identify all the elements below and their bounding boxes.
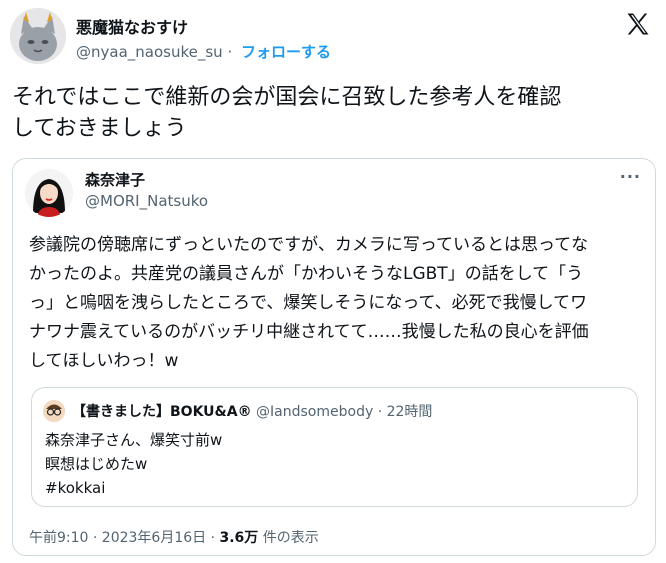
inner-author-handle[interactable]: @Iandsomebody (256, 404, 373, 420)
inner-quoted-tweet[interactable]: 【書きました】BOKU&A® @Iandsomebody · 22時間 森奈津子… (31, 387, 638, 507)
inner-text: 森奈津子さん、爆笑寸前w 瞑想はじめたw #kokkai (45, 428, 625, 500)
inner-text-line: 瞑想はじめたw (45, 455, 148, 473)
glasses-avatar-icon (43, 400, 65, 422)
inner-header: 【書きました】BOKU&A® @Iandsomebody · 22時間 (72, 401, 432, 421)
views-label: 件の表示 (262, 530, 319, 546)
quoted-text-line: ナワナ震えているのがバッチリ中継されてて……我慢した私の良心を評価 (29, 322, 589, 342)
quoted-author-avatar[interactable] (25, 169, 73, 217)
tweet-header: 悪魔猫なおすけ @nyaa_naosuke_su · フォローする (10, 8, 656, 64)
tweet-text-line: しておきましょう (12, 116, 187, 141)
inner-time[interactable]: · 22時間 (378, 404, 433, 420)
inner-author-name[interactable]: 【書きました】BOKU&A® (72, 404, 252, 420)
quoted-author-name[interactable]: 森奈津子 (85, 169, 145, 190)
author-handle[interactable]: @nyaa_naosuke_su (76, 43, 223, 61)
quoted-text-line: 参議院の傍聴席にずっといたのですが、カメラに写っているとは思ってな (29, 235, 589, 255)
author-avatar[interactable] (10, 8, 66, 64)
author-handle-line: @nyaa_naosuke_su · フォローする (76, 41, 331, 62)
tweet-datetime[interactable]: 午前9:10 · 2023年6月16日 · (29, 530, 215, 546)
woman-avatar-icon (25, 169, 73, 217)
quoted-text-line: してほしいわっ！w (29, 351, 179, 371)
author-name[interactable]: 悪魔猫なおすけ (76, 14, 188, 38)
quoted-text-line: っ」と嗚咽を洩らしたところで、爆笑しそうになって、必死で我慢してワ (29, 293, 588, 313)
views-count: 3.6万 (219, 530, 259, 546)
tweet-text-line: それではここで維新の会が国会に召致した参考人を確認 (12, 85, 562, 110)
hashtag-link[interactable]: #kokkai (45, 476, 625, 500)
follow-button[interactable]: フォローする (241, 43, 331, 61)
quoted-text: 参議院の傍聴席にずっといたのですが、カメラに写っているとは思ってな かったのよ。… (29, 231, 641, 376)
tweet-meta: 午前9:10 · 2023年6月16日 · 3.6万 件の表示 (29, 527, 319, 547)
inner-text-line: 森奈津子さん、爆笑寸前w (45, 431, 223, 449)
cat-demon-avatar-icon (10, 8, 66, 64)
x-logo-icon[interactable] (624, 10, 652, 38)
separator: · (227, 43, 233, 61)
inner-author-avatar[interactable] (43, 400, 65, 422)
quoted-text-line: かったのよ。共産党の議員さんが「かわいそうなLGBT」の話をして「う (29, 264, 584, 284)
quoted-author-handle[interactable]: @MORI_Natsuko (85, 192, 208, 210)
tweet-text: それではここで維新の会が国会に召致した参考人を確認 しておきましょう (12, 82, 652, 144)
quoted-tweet[interactable]: 森奈津子 @MORI_Natsuko ··· 参議院の傍聴席にずっといたのですが… (12, 158, 656, 556)
more-icon[interactable]: ··· (620, 167, 641, 186)
